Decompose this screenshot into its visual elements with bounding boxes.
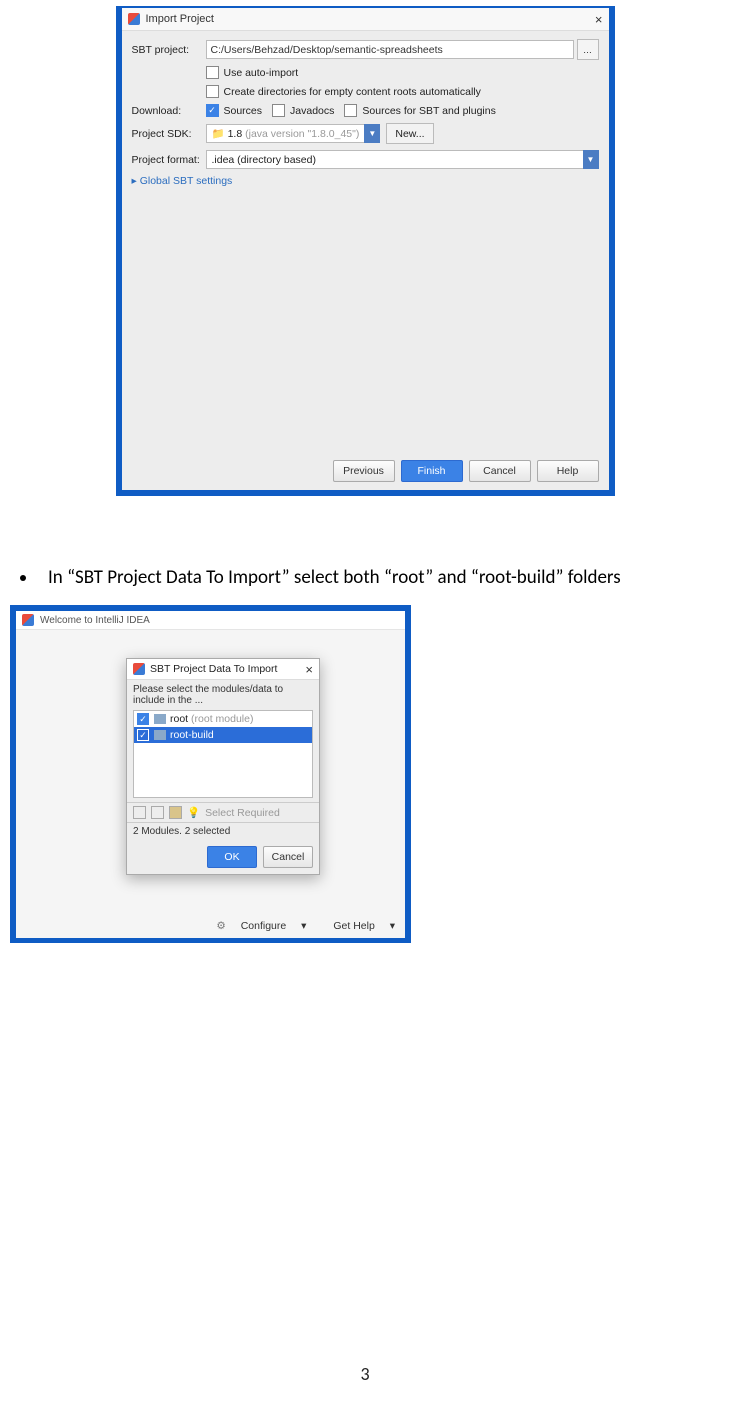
module-folder-icon <box>154 714 166 724</box>
sbt-import-dialog: SBT Project Data To Import × Please sele… <box>126 658 320 875</box>
root-hint: (root module) <box>191 713 253 725</box>
sdk-value: 1.8 <box>228 128 243 140</box>
list-item[interactable]: ✓ root-build <box>134 727 312 743</box>
bulb-icon: 💡 <box>187 806 200 819</box>
javadocs-checkbox[interactable] <box>272 104 285 117</box>
intellij-icon <box>133 663 145 675</box>
sbt-project-label: SBT project: <box>132 44 206 56</box>
cancel-button[interactable]: Cancel <box>469 460 531 482</box>
previous-button[interactable]: Previous <box>333 460 395 482</box>
sbt-project-path-input[interactable]: C:/Users/Behzad/Desktop/semantic-spreads… <box>206 40 574 59</box>
sdk-chevron-down-icon[interactable]: ▼ <box>364 124 380 143</box>
select-none-icon[interactable] <box>151 806 164 819</box>
sources-label: Sources <box>224 105 263 117</box>
instruction-bullet: In “SBT Project Data To Import” select b… <box>20 566 720 589</box>
browse-button[interactable]: … <box>577 39 599 60</box>
import-project-dialog: Import Project × SBT project: C:/Users/B… <box>116 6 615 496</box>
dialog-titlebar: Import Project × <box>122 8 609 31</box>
download-label: Download: <box>132 105 206 117</box>
sdk-dropdown[interactable]: 📁 1.8 (java version "1.8.0_45") <box>206 124 366 143</box>
page-number: 3 <box>10 1363 720 1385</box>
global-sbt-settings-link[interactable]: Global SBT settings <box>132 175 599 187</box>
select-all-icon[interactable] <box>133 806 146 819</box>
instruction-text: In “SBT Project Data To Import” select b… <box>48 566 621 589</box>
root-build-checkbox[interactable]: ✓ <box>137 729 149 741</box>
select-required-link[interactable]: Select Required <box>205 807 280 819</box>
welcome-titlebar: Welcome to IntelliJ IDEA <box>16 611 405 630</box>
format-chevron-down-icon[interactable]: ▼ <box>583 150 599 169</box>
bullet-icon <box>20 575 26 581</box>
help-button[interactable]: Help <box>537 460 599 482</box>
list-toolbar: 💡 Select Required <box>127 802 319 823</box>
welcome-footer: ⚙ Configure ▾ Get Help ▾ <box>192 920 395 932</box>
create-dirs-label: Create directories for empty content roo… <box>224 86 481 98</box>
close-icon[interactable]: × <box>595 12 603 27</box>
java-icon: 📁 <box>212 127 225 140</box>
dialog-prompt: Please select the modules/data to includ… <box>127 680 319 708</box>
create-dirs-checkbox[interactable] <box>206 85 219 98</box>
module-status: 2 Modules. 2 selected <box>127 823 319 840</box>
ok-button[interactable]: OK <box>207 846 257 868</box>
finish-button[interactable]: Finish <box>401 460 463 482</box>
new-sdk-button[interactable]: New... <box>386 123 433 144</box>
welcome-title: Welcome to IntelliJ IDEA <box>40 615 150 626</box>
gear-icon: ⚙ <box>216 920 225 932</box>
sdk-detail: (java version "1.8.0_45") <box>245 128 359 140</box>
list-item[interactable]: ✓ root (root module) <box>134 711 312 727</box>
format-dropdown[interactable]: .idea (directory based) <box>206 150 584 169</box>
select-some-icon[interactable] <box>169 806 182 819</box>
intellij-icon <box>22 614 34 626</box>
get-help-menu[interactable]: Get Help ▾ <box>321 920 395 932</box>
dialog-title: Import Project <box>146 13 214 25</box>
format-label: Project format: <box>132 154 206 166</box>
cancel-button[interactable]: Cancel <box>263 846 313 868</box>
sources-checkbox[interactable]: ✓ <box>206 104 219 117</box>
sbt-sources-checkbox[interactable] <box>344 104 357 117</box>
root-checkbox[interactable]: ✓ <box>137 713 149 725</box>
root-label: root <box>170 713 188 725</box>
auto-import-label: Use auto-import <box>224 67 299 79</box>
sdk-label: Project SDK: <box>132 128 206 140</box>
configure-menu[interactable]: ⚙ Configure ▾ <box>204 920 306 932</box>
sbt-data-import-screenshot: Welcome to IntelliJ IDEA SBT Project Dat… <box>10 605 411 943</box>
sbt-import-dialog-title: SBT Project Data To Import <box>150 663 277 675</box>
close-icon[interactable]: × <box>305 662 313 677</box>
intellij-icon <box>128 13 140 25</box>
chevron-down-icon: ▾ <box>390 920 395 932</box>
chevron-down-icon: ▾ <box>301 920 306 932</box>
sbt-sources-label: Sources for SBT and plugins <box>362 105 495 117</box>
auto-import-checkbox[interactable] <box>206 66 219 79</box>
root-build-label: root-build <box>170 729 214 741</box>
javadocs-label: Javadocs <box>290 105 334 117</box>
module-list[interactable]: ✓ root (root module) ✓ root-build <box>133 710 313 798</box>
module-folder-icon <box>154 730 166 740</box>
